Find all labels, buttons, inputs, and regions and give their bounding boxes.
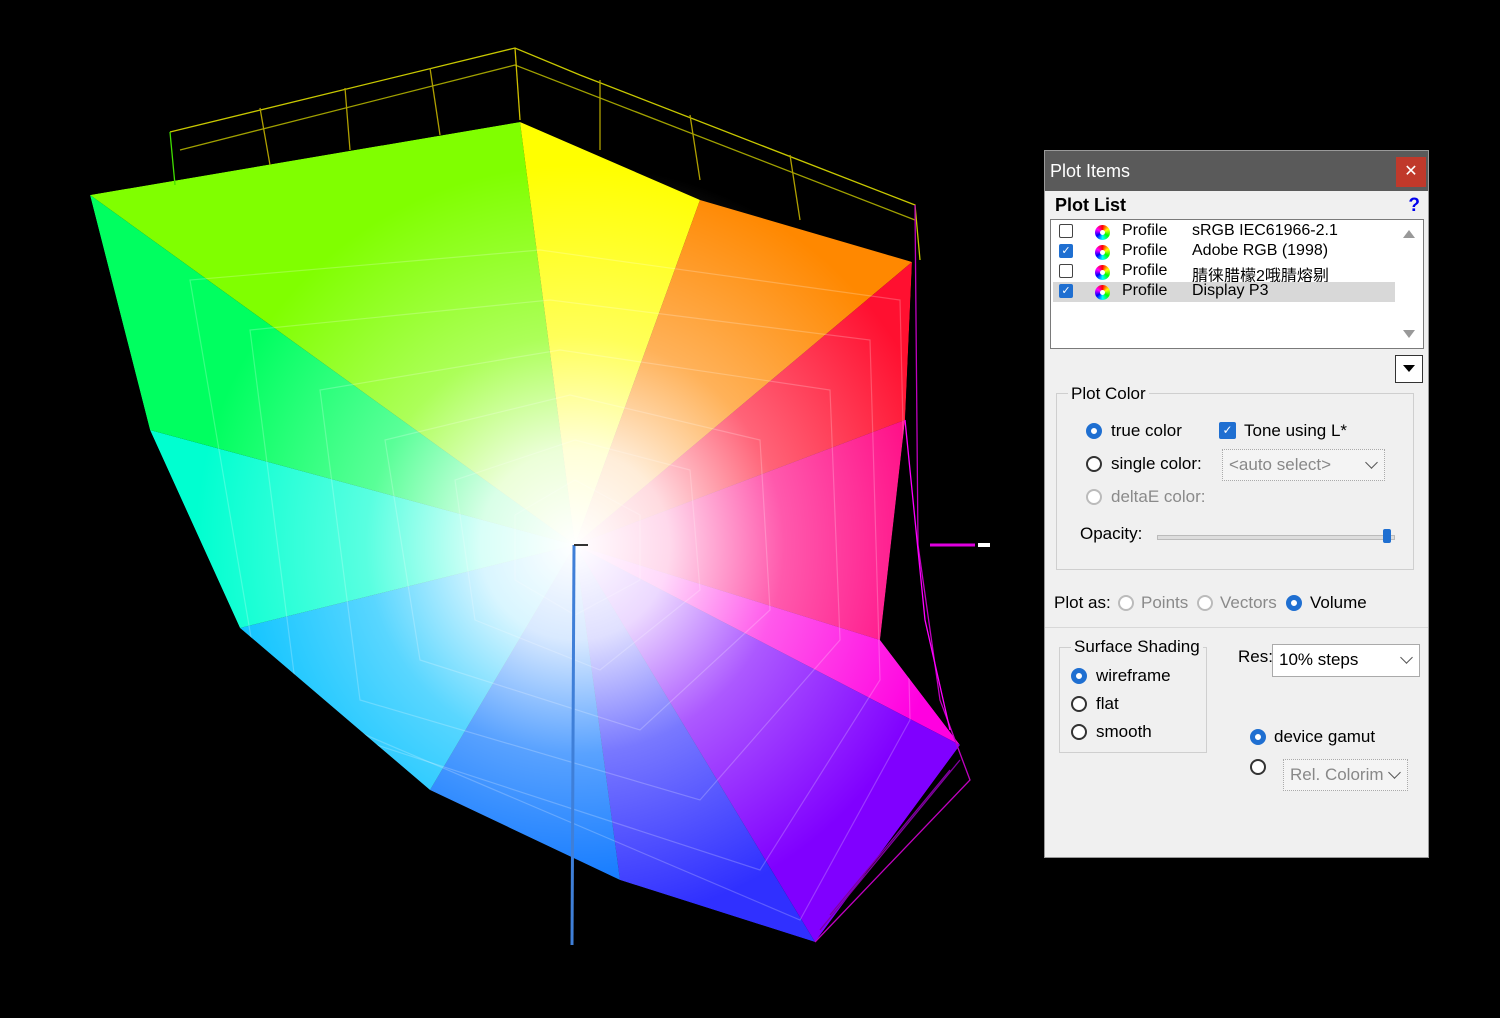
item-type: Profile — [1122, 282, 1168, 299]
single-color-select[interactable]: <auto select> — [1222, 449, 1385, 481]
tone-label: Tone using L* — [1244, 421, 1348, 440]
single-color-label: single color: — [1111, 454, 1202, 473]
axis-minus-b — [570, 544, 576, 946]
chevron-down-icon — [1388, 766, 1401, 779]
true-color-radio[interactable] — [1086, 423, 1102, 439]
plot-items-panel: Plot Items ✕ Plot List ? Profile sRGB IE… — [1044, 150, 1429, 858]
item-name: Adobe RGB (1998) — [1192, 242, 1329, 259]
scroll-down-icon[interactable] — [1403, 330, 1415, 338]
plot-list-item[interactable]: Profile 腈徕腊檬2哦腈熔剔 — [1053, 262, 1395, 285]
panel-titlebar[interactable]: Plot Items ✕ — [1045, 151, 1428, 191]
plot-list-item[interactable]: ✓ Profile Adobe RGB (1998) — [1053, 242, 1395, 262]
single-color-select-value: <auto select> — [1229, 455, 1332, 474]
plot-list[interactable]: Profile sRGB IEC61966-2.1 ✓ Profile Adob… — [1050, 219, 1424, 349]
tone-checkbox[interactable]: ✓ — [1219, 422, 1236, 439]
opacity-slider[interactable] — [1157, 535, 1395, 540]
res-select[interactable]: 10% steps — [1272, 644, 1420, 677]
item-type: Profile — [1122, 242, 1168, 259]
single-color-radio[interactable] — [1086, 456, 1102, 472]
chevron-down-icon — [1365, 456, 1378, 469]
scroll-up-icon[interactable] — [1403, 230, 1415, 238]
item-type: Profile — [1122, 262, 1168, 279]
item-checkbox[interactable] — [1059, 264, 1073, 278]
wireframe-radio[interactable] — [1071, 668, 1087, 684]
item-checkbox[interactable] — [1059, 224, 1073, 238]
res-label: Res: — [1238, 647, 1273, 666]
item-name: sRGB IEC61966-2.1 — [1192, 222, 1338, 239]
deltae-color-label: deltaE color: — [1111, 487, 1206, 506]
deltae-color-radio[interactable] — [1086, 489, 1102, 505]
surface-shading-label: Surface Shading — [1071, 637, 1203, 657]
vectors-label: Vectors — [1220, 593, 1277, 612]
item-checkbox[interactable]: ✓ — [1059, 244, 1073, 258]
device-gamut-radio[interactable] — [1250, 729, 1266, 745]
points-label: Points — [1141, 593, 1189, 612]
profile-color-wheel-icon — [1095, 285, 1110, 300]
plot-as-label: Plot as: — [1054, 593, 1111, 612]
volume-label: Volume — [1310, 593, 1367, 612]
opacity-slider-thumb[interactable] — [1383, 529, 1391, 543]
axis-tick — [978, 543, 990, 547]
res-select-value: 10% steps — [1279, 650, 1359, 669]
true-color-label: true color — [1111, 421, 1182, 440]
flat-radio[interactable] — [1071, 696, 1087, 712]
intent-select-value: Rel. Colorim — [1290, 765, 1384, 784]
device-gamut-label: device gamut — [1274, 727, 1376, 746]
item-checkbox[interactable]: ✓ — [1059, 284, 1073, 298]
gamut-solid — [90, 122, 960, 942]
item-name: Display P3 — [1192, 282, 1269, 299]
smooth-radio[interactable] — [1071, 724, 1087, 740]
wireframe-label: wireframe — [1096, 666, 1171, 685]
intent-select[interactable]: Rel. Colorim — [1283, 759, 1408, 791]
profile-color-wheel-icon — [1095, 225, 1110, 240]
points-radio[interactable] — [1118, 595, 1134, 611]
item-type: Profile — [1122, 222, 1168, 239]
volume-radio[interactable] — [1286, 595, 1302, 611]
smooth-label: smooth — [1096, 722, 1152, 741]
profile-color-wheel-icon — [1095, 265, 1110, 280]
help-icon[interactable]: ? — [1408, 195, 1420, 217]
chevron-down-icon — [1400, 651, 1413, 664]
rel-colorim-radio[interactable] — [1250, 759, 1266, 775]
panel-title: Plot Items — [1050, 161, 1131, 181]
flat-label: flat — [1096, 694, 1119, 713]
opacity-label: Opacity: — [1080, 524, 1143, 543]
profile-color-wheel-icon — [1095, 245, 1110, 260]
plot-list-menu-button[interactable] — [1395, 355, 1423, 383]
close-button[interactable]: ✕ — [1396, 157, 1426, 187]
plot-list-label: Plot List — [1055, 195, 1126, 215]
plot-list-item[interactable]: Profile sRGB IEC61966-2.1 — [1053, 222, 1395, 242]
gamut-3d-viewport[interactable] — [0, 0, 1040, 1018]
plot-list-item-selected[interactable]: ✓ Profile Display P3 — [1053, 282, 1395, 302]
divider — [1045, 627, 1428, 628]
vectors-radio[interactable] — [1197, 595, 1213, 611]
plot-color-label: Plot Color — [1068, 384, 1149, 404]
